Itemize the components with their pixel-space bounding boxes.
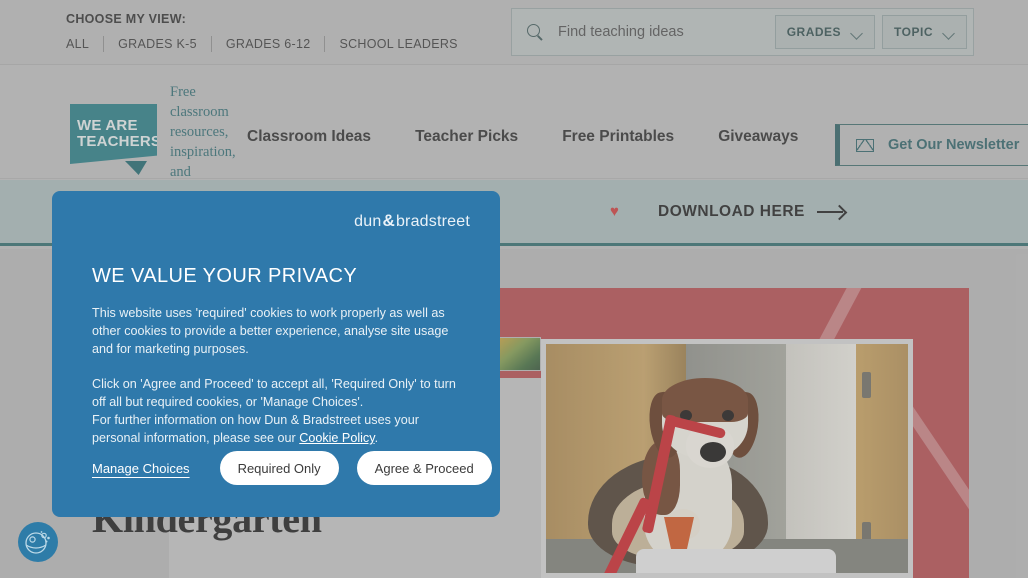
brand-suffix: bradstreet — [395, 213, 470, 230]
envelope-icon — [856, 138, 874, 152]
cookie-consent-modal: dun&bradstreet WE VALUE YOUR PRIVACY Thi… — [52, 191, 500, 517]
photo-dog-eye-right — [722, 410, 734, 421]
brand-ampersand: & — [382, 211, 395, 230]
newsletter-button-label: Get Our Newsletter — [888, 137, 1020, 153]
view-link-all[interactable]: ALL — [66, 37, 103, 51]
article-photo[interactable] — [541, 339, 913, 578]
nav-item-teacher-picks[interactable]: Teacher Picks — [415, 128, 518, 146]
logo-line-2: TEACHERS — [77, 133, 162, 150]
grades-filter-label: GRADES — [786, 25, 842, 39]
nav-item-classroom-ideas[interactable]: Classroom Ideas — [247, 128, 371, 146]
grades-filter-dropdown[interactable]: GRADES — [774, 15, 876, 49]
cookie-policy-link[interactable]: Cookie Policy — [299, 431, 374, 445]
search-input[interactable] — [558, 24, 768, 40]
site-logo[interactable]: WE ARE TEACHERS — [70, 104, 157, 175]
heart-icon: ♥ — [610, 203, 619, 220]
modal-paragraph-1: This website uses 'required' cookies to … — [92, 306, 449, 356]
modal-paragraph-3: For further information on how Dun & Bra… — [92, 411, 462, 447]
utility-bar: CHOOSE MY VIEW: ALL GRADES K-5 GRADES 6-… — [0, 0, 1028, 65]
photo-door-hinge — [862, 372, 871, 398]
choose-my-view-group: CHOOSE MY VIEW: ALL GRADES K-5 GRADES 6-… — [66, 12, 472, 52]
topic-filter-label: TOPIC — [894, 25, 933, 39]
article-thumbnail[interactable] — [497, 337, 541, 371]
required-only-button[interactable]: Required Only — [219, 451, 339, 485]
dun-bradstreet-logo: dun&bradstreet — [92, 211, 470, 231]
nav-item-giveaways[interactable]: Giveaways — [718, 128, 798, 146]
modal-paragraph-3-period: . — [374, 431, 379, 445]
manage-choices-link[interactable]: Manage Choices — [92, 461, 190, 476]
page-root: CHOOSE MY VIEW: ALL GRADES K-5 GRADES 6-… — [0, 0, 1028, 578]
download-here-link[interactable]: DOWNLOAD HERE — [658, 203, 845, 221]
view-link-grades-6-12[interactable]: GRADES 6-12 — [212, 37, 325, 51]
view-link-school-leaders[interactable]: SCHOOL LEADERS — [325, 37, 471, 51]
topic-filter-dropdown[interactable]: TOPIC — [882, 15, 967, 49]
accessibility-widget-button[interactable] — [18, 522, 58, 562]
logo-ribbon-tail — [125, 161, 147, 175]
view-links: ALL GRADES K-5 GRADES 6-12 SCHOOL LEADER… — [66, 36, 472, 52]
arrow-right-icon — [816, 206, 845, 218]
accessibility-widget-icon — [25, 531, 50, 554]
logo-banner: WE ARE TEACHERS — [70, 104, 157, 164]
view-link-grades-k5[interactable]: GRADES K-5 — [104, 37, 211, 51]
modal-title: WE VALUE YOUR PRIVACY — [92, 265, 358, 287]
chevron-down-icon — [943, 29, 955, 36]
site-tagline: Free classroom resources, inspiration, a… — [170, 84, 236, 180]
search-bar[interactable]: GRADES TOPIC — [511, 8, 974, 56]
brand-prefix: dun — [354, 213, 382, 230]
nav-item-free-printables[interactable]: Free Printables — [562, 128, 674, 146]
download-here-label: DOWNLOAD HERE — [658, 202, 805, 220]
chevron-down-icon — [851, 29, 863, 36]
get-newsletter-button[interactable]: Get Our Newsletter — [835, 124, 1028, 166]
main-nav: Classroom Ideas Teacher Picks Free Print… — [247, 128, 798, 146]
photo-dog-nose — [700, 442, 726, 462]
logo-line-1: WE ARE — [77, 117, 138, 135]
modal-actions: Manage Choices Required Only Agree & Pro… — [92, 451, 492, 485]
choose-my-view-label: CHOOSE MY VIEW: — [66, 12, 187, 26]
modal-paragraph-2: Click on 'Agree and Proceed' to accept a… — [92, 377, 456, 409]
agree-and-proceed-button[interactable]: Agree & Proceed — [356, 451, 492, 485]
photo-foreground-card — [636, 549, 836, 573]
search-icon — [526, 23, 544, 41]
